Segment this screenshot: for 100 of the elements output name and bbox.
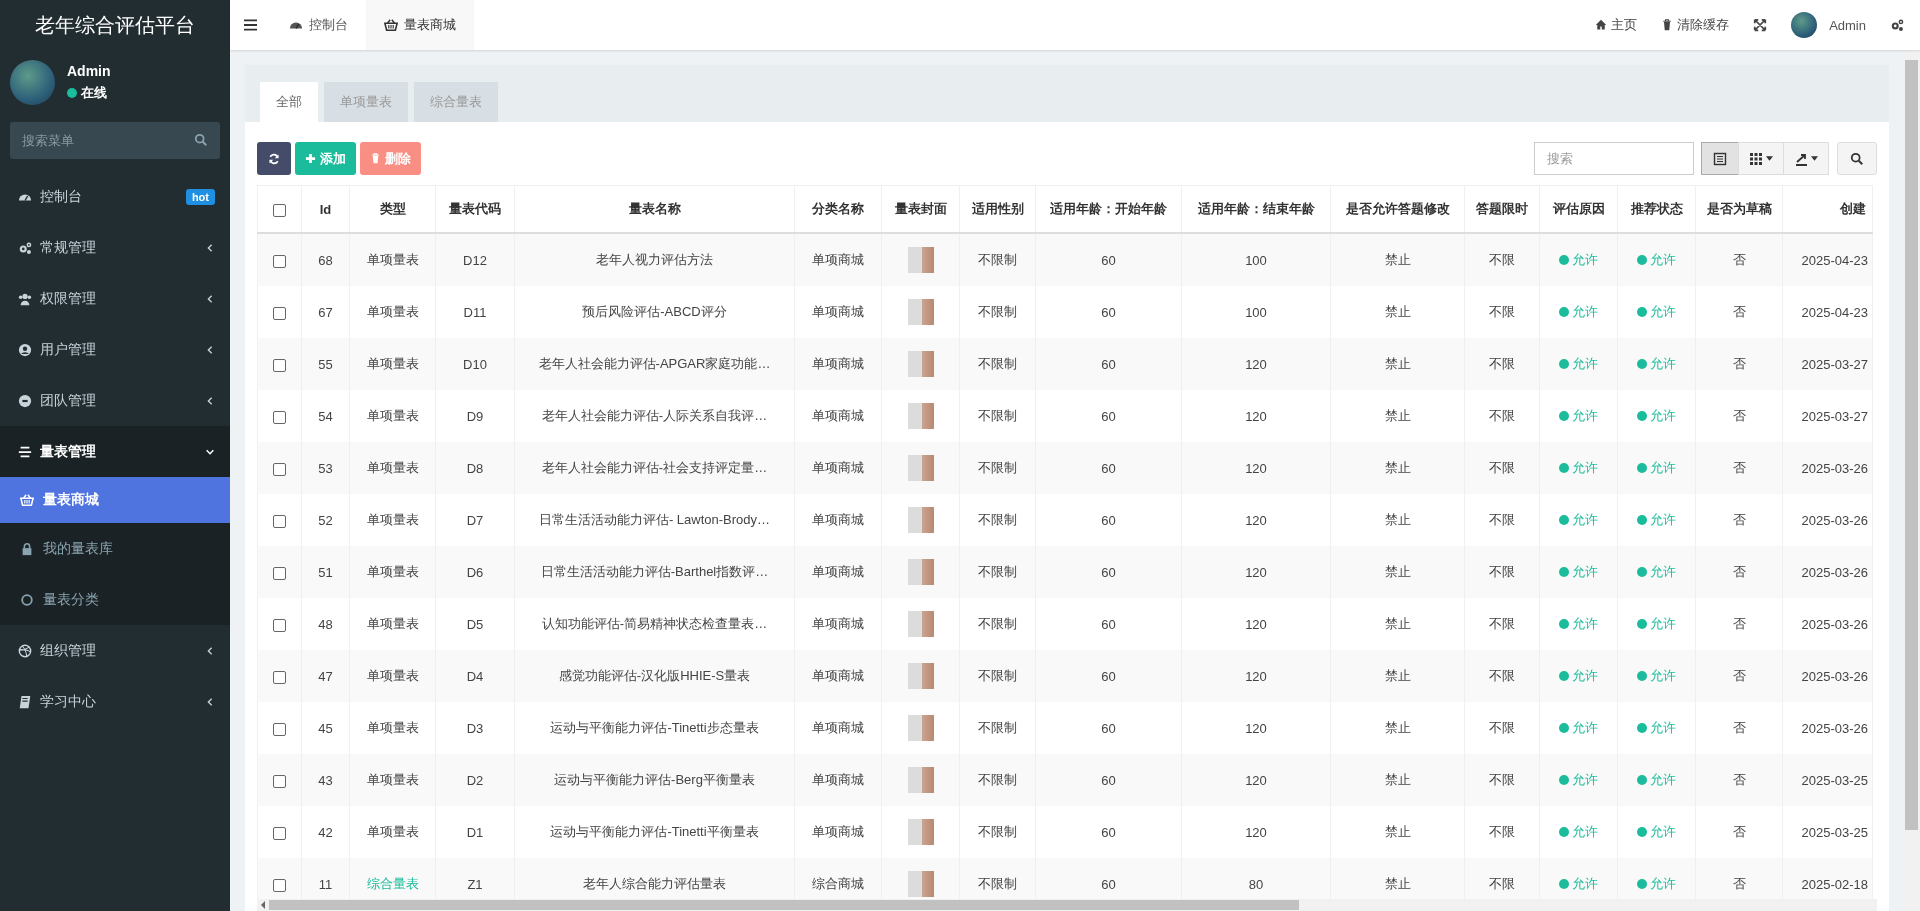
status-dot-icon — [1637, 255, 1647, 265]
status-label: 允许 — [1637, 823, 1676, 841]
status-dot-icon — [1637, 619, 1647, 629]
status-dot-icon — [1559, 307, 1569, 317]
row-checkbox[interactable] — [273, 514, 286, 528]
export-button[interactable] — [1783, 142, 1829, 175]
table-cell: 否 — [1695, 338, 1783, 390]
row-checkbox[interactable] — [273, 306, 286, 320]
table-cell: 不限 — [1464, 546, 1540, 598]
home-icon — [1595, 19, 1608, 31]
table-cell: 60 — [1035, 650, 1182, 702]
top-link[interactable]: 清除缓存 — [1661, 16, 1730, 34]
menu-item[interactable]: 量表管理 — [0, 426, 230, 477]
status-dot-icon — [1637, 463, 1647, 473]
vertical-scrollbar[interactable] — [1903, 50, 1920, 911]
hot-badge: hot — [185, 188, 215, 205]
grid-icon — [1749, 151, 1763, 166]
submenu-item[interactable]: 量表分类 — [0, 574, 230, 625]
users-icon — [18, 291, 32, 306]
row-checkbox[interactable] — [273, 722, 286, 736]
status-label: 允许 — [1637, 407, 1676, 425]
status-dot-icon — [1637, 359, 1647, 369]
row-checkbox[interactable] — [273, 566, 286, 580]
refresh-button[interactable] — [257, 142, 291, 175]
table-cell: 感觉功能评估-汉化版HHIE-S量表 — [514, 650, 795, 702]
search-button[interactable] — [1837, 142, 1877, 175]
status-dot-icon — [1559, 567, 1569, 577]
table-cell: 不限制 — [959, 650, 1036, 702]
gears-icon[interactable] — [1890, 18, 1904, 32]
page-tab[interactable]: 量表商城 — [366, 0, 474, 50]
horizontal-scrollbar[interactable] — [257, 899, 1877, 911]
row-checkbox[interactable] — [273, 826, 286, 840]
table-cell: 120 — [1181, 442, 1331, 494]
status-dot-icon — [1637, 307, 1647, 317]
chevron-left-icon — [205, 696, 215, 707]
columns-button[interactable] — [1738, 142, 1784, 175]
status-dot-icon — [1559, 775, 1569, 785]
gears-icon — [18, 240, 32, 255]
book-icon — [18, 694, 32, 709]
row-checkbox[interactable] — [273, 774, 286, 788]
menu-item[interactable]: 用户管理 — [0, 324, 230, 375]
table-cell: 不限制 — [959, 338, 1036, 390]
menu-item[interactable]: 控制台 hot — [0, 171, 230, 222]
caret-icon — [1766, 156, 1773, 161]
menu-item[interactable]: 常规管理 — [0, 222, 230, 273]
photo-placeholder — [907, 871, 934, 897]
chevron-left-icon — [205, 293, 215, 304]
row-checkbox[interactable] — [273, 462, 286, 476]
menu-icon[interactable] — [244, 19, 257, 31]
row-checkbox[interactable] — [273, 410, 286, 424]
status-label: 允许 — [1559, 771, 1598, 789]
status-dot-icon — [1559, 827, 1569, 837]
search-field[interactable]: 搜索 — [1534, 142, 1694, 175]
table-cell: 否 — [1695, 546, 1783, 598]
table-cell: 2025-03-26 — [1782, 650, 1873, 702]
row-checkbox[interactable] — [273, 618, 286, 632]
table-cell: 不限制 — [959, 546, 1036, 598]
filter-tab[interactable]: 全部 — [260, 82, 318, 122]
status-label: 允许 — [1637, 771, 1676, 789]
fullscreen-icon[interactable] — [1753, 18, 1768, 32]
table-cell: 120 — [1181, 650, 1331, 702]
card-view-button[interactable] — [1701, 142, 1739, 175]
row-checkbox[interactable] — [273, 670, 286, 684]
status-label: 允许 — [1559, 355, 1598, 373]
status-label: 允许 — [1559, 459, 1598, 477]
list-icon — [18, 444, 32, 459]
menu-item[interactable]: 权限管理 — [0, 273, 230, 324]
status-label: 允许 — [1559, 511, 1598, 529]
status-label: 允许 — [1637, 667, 1676, 685]
menu-item[interactable]: 团队管理 — [0, 375, 230, 426]
table-cell: 单项商城 — [794, 650, 882, 702]
table-cell: 不限 — [1464, 650, 1540, 702]
select-all-checkbox[interactable] — [273, 203, 286, 217]
list-icon — [1713, 151, 1727, 166]
table-cell: 100 — [1181, 233, 1331, 286]
avatar — [10, 60, 55, 105]
scroll-left-icon[interactable] — [261, 901, 265, 909]
page-tab[interactable]: 控制台 — [271, 0, 366, 50]
status-dot-icon — [1559, 671, 1569, 681]
row-checkbox[interactable] — [273, 358, 286, 372]
status-dot-icon — [1637, 671, 1647, 681]
table-cell: 日常生活活动能力评估-Barthel指数评… — [514, 546, 795, 598]
row-checkbox[interactable] — [273, 254, 286, 268]
menu-item[interactable]: 组织管理 — [0, 625, 230, 676]
status-label: 允许 — [1559, 823, 1598, 841]
submenu-item[interactable]: 我的量表库 — [0, 523, 230, 574]
top-link[interactable]: 主页 — [1595, 16, 1638, 34]
status-dot-icon — [1559, 463, 1569, 473]
photo-placeholder — [907, 299, 934, 325]
table-cell: 禁止 — [1330, 650, 1465, 702]
user-menu[interactable]: Admin — [1829, 17, 1866, 33]
online-dot-icon — [67, 88, 77, 98]
status-dot-icon — [1559, 359, 1569, 369]
photo-placeholder — [907, 819, 934, 845]
submenu-item[interactable]: 量表商城 — [0, 477, 230, 523]
table-cell: 单项商城 — [794, 233, 882, 286]
menu-search-field[interactable]: 搜索菜单 — [10, 122, 220, 159]
menu-item[interactable]: 学习中心 — [0, 676, 230, 727]
row-checkbox[interactable] — [273, 878, 286, 892]
table-cell: 单项商城 — [794, 546, 882, 598]
